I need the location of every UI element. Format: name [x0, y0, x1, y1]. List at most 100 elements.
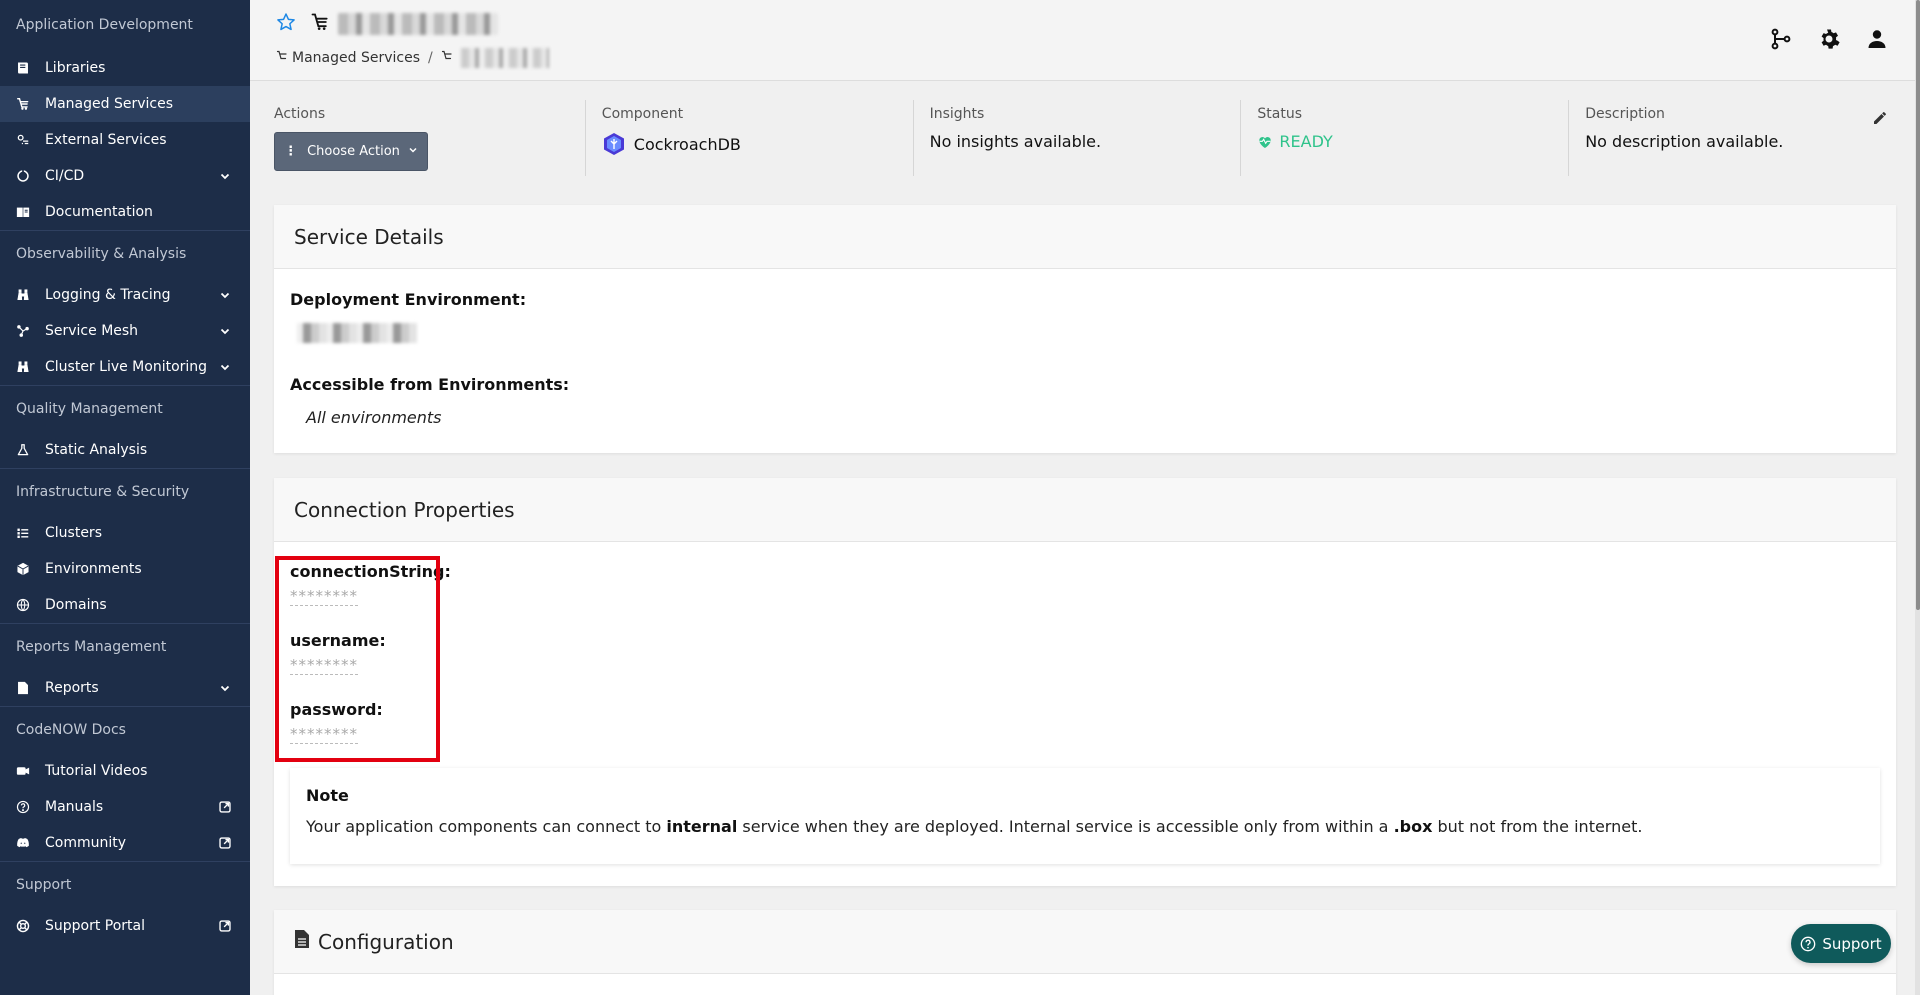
- sidebar-item-label: External Services: [45, 132, 167, 148]
- question-icon: [16, 800, 30, 814]
- note-text-part: Your application components can connect …: [306, 817, 667, 836]
- choose-action-label: Choose Action: [307, 144, 400, 159]
- globe-icon: [16, 598, 30, 612]
- note-box: Note Your application components can con…: [290, 768, 1880, 864]
- deployment-environment-label: Deployment Environment:: [290, 290, 527, 309]
- sidebar-item-domains[interactable]: Domains: [0, 587, 250, 623]
- sidebar-item-environments[interactable]: Environments: [0, 551, 250, 587]
- breadcrumb-managed-services[interactable]: Managed Services: [292, 50, 420, 66]
- chevron-down-icon: [408, 144, 418, 159]
- status-badge: READY: [1257, 132, 1568, 151]
- chevron-down-icon: [218, 169, 232, 183]
- external-link-icon: [218, 919, 232, 933]
- sidebar-item-service-mesh[interactable]: Service Mesh: [0, 313, 250, 349]
- documentation-icon: [16, 205, 30, 219]
- note-text: Your application components can connect …: [306, 817, 1864, 836]
- cicd-icon: [16, 169, 30, 183]
- external-link-icon: [218, 800, 232, 814]
- sidebar-item-label: Libraries: [45, 60, 106, 76]
- sidebar-item-documentation[interactable]: Documentation: [0, 194, 250, 230]
- sidebar-item-label: Documentation: [45, 204, 153, 220]
- sidebar-item-support-portal[interactable]: Support Portal: [0, 908, 250, 944]
- flask-icon: [16, 443, 30, 457]
- status-column: Status READY: [1240, 100, 1568, 176]
- sidebar-item-cluster-live-monitoring[interactable]: Cluster Live Monitoring: [0, 349, 250, 385]
- managed-services-icon: [16, 97, 30, 111]
- description-label: Description: [1585, 106, 1665, 122]
- list-icon: [16, 526, 30, 540]
- sidebar-section-reports-management: Reports Management: [16, 639, 167, 655]
- breadcrumb: Managed Services /: [276, 48, 549, 68]
- chevron-down-icon: [218, 360, 232, 374]
- star-icon[interactable]: [276, 12, 296, 36]
- sidebar-item-libraries[interactable]: Libraries: [0, 50, 250, 86]
- question-circle-icon: [1801, 936, 1816, 951]
- component-value: CockroachDB: [602, 132, 913, 156]
- description-column: Description No description available.: [1568, 100, 1896, 176]
- accessible-from-value: All environments: [306, 408, 442, 427]
- gear-icon[interactable]: [1817, 27, 1841, 55]
- sidebar-section-codenow-docs: CodeNOW Docs: [16, 722, 126, 738]
- configuration-card: Configuration: [274, 910, 1896, 995]
- sidebar-item-logging-tracing[interactable]: Logging & Tracing: [0, 277, 250, 313]
- sidebar-item-label: Environments: [45, 561, 142, 577]
- sidebar-item-label: Static Analysis: [45, 442, 148, 458]
- csv-file-icon: CSV: [16, 681, 30, 695]
- insights-column: Insights No insights available.: [912, 100, 1241, 176]
- connection-properties-title: Connection Properties: [274, 478, 1896, 542]
- external-services-icon: [16, 133, 30, 147]
- sidebar-item-clusters[interactable]: Clusters: [0, 515, 250, 551]
- actions-label: Actions: [274, 106, 326, 122]
- chevron-down-icon: [218, 324, 232, 338]
- choose-action-button[interactable]: ⋮ Choose Action: [274, 132, 428, 171]
- sidebar-section-support: Support: [16, 877, 72, 893]
- binoculars-icon: [16, 360, 30, 374]
- sidebar-item-label: Community: [45, 835, 127, 851]
- sidebar-item-label: CI/CD: [45, 168, 85, 184]
- support-label: Support: [1822, 934, 1882, 953]
- git-branch-icon[interactable]: [1769, 27, 1793, 55]
- sidebar-item-community[interactable]: Community: [0, 825, 250, 861]
- actions-column: Actions ⋮ Choose Action: [274, 100, 585, 176]
- sidebar-item-manuals[interactable]: Manuals: [0, 789, 250, 825]
- external-link-icon: [218, 836, 232, 850]
- sidebar-item-ci-cd[interactable]: CI/CD: [0, 158, 250, 194]
- lifebuoy-icon: [16, 919, 30, 933]
- book-icon: [16, 61, 30, 75]
- service-details-title: Service Details: [274, 205, 1896, 269]
- note-bold-internal: internal: [666, 817, 738, 836]
- discord-icon: [16, 836, 30, 850]
- sidebar-item-static-analysis[interactable]: Static Analysis: [0, 432, 250, 468]
- insights-label: Insights: [929, 106, 985, 122]
- kebab-icon: ⋮: [284, 144, 298, 159]
- sidebar-item-managed-services[interactable]: Managed Services: [0, 86, 250, 122]
- sidebar-item-label: Logging & Tracing: [45, 287, 171, 303]
- user-icon[interactable]: [1865, 27, 1889, 55]
- component-label: Component: [601, 106, 684, 122]
- document-icon: [294, 929, 318, 954]
- sidebar-item-external-services[interactable]: External Services: [0, 122, 250, 158]
- sidebar-item-label: Clusters: [45, 525, 102, 541]
- chevron-down-icon: [218, 681, 232, 695]
- service-details-card: Service Details Deployment Environment: …: [274, 205, 1896, 453]
- sidebar-section-quality-management: Quality Management: [16, 401, 163, 417]
- accessible-from-label: Accessible from Environments:: [290, 375, 570, 394]
- sidebar-item-tutorial-videos[interactable]: Tutorial Videos: [0, 753, 250, 789]
- video-icon: [16, 764, 30, 778]
- pencil-icon[interactable]: [1872, 110, 1888, 130]
- sidebar-item-label: Domains: [45, 597, 107, 613]
- managed-service-icon: [310, 12, 330, 36]
- top-header: Managed Services /: [250, 0, 1915, 81]
- support-button[interactable]: Support: [1791, 924, 1891, 963]
- svg-text:CSV: CSV: [19, 689, 27, 693]
- configuration-header: Configuration: [274, 910, 1896, 974]
- sidebar-item-label: Managed Services: [45, 96, 173, 112]
- heart-pulse-icon: [1257, 134, 1273, 150]
- sidebar-item-reports[interactable]: CSV Reports: [0, 670, 250, 706]
- component-column: Component CockroachDB: [584, 100, 913, 176]
- note-text-part: but not from the internet.: [1432, 817, 1643, 836]
- note-bold-box: .box: [1393, 817, 1433, 836]
- breadcrumb-separator: /: [427, 50, 433, 66]
- scrollbar-thumb[interactable]: [1916, 0, 1920, 610]
- sidebar-item-label: Support Portal: [45, 918, 146, 934]
